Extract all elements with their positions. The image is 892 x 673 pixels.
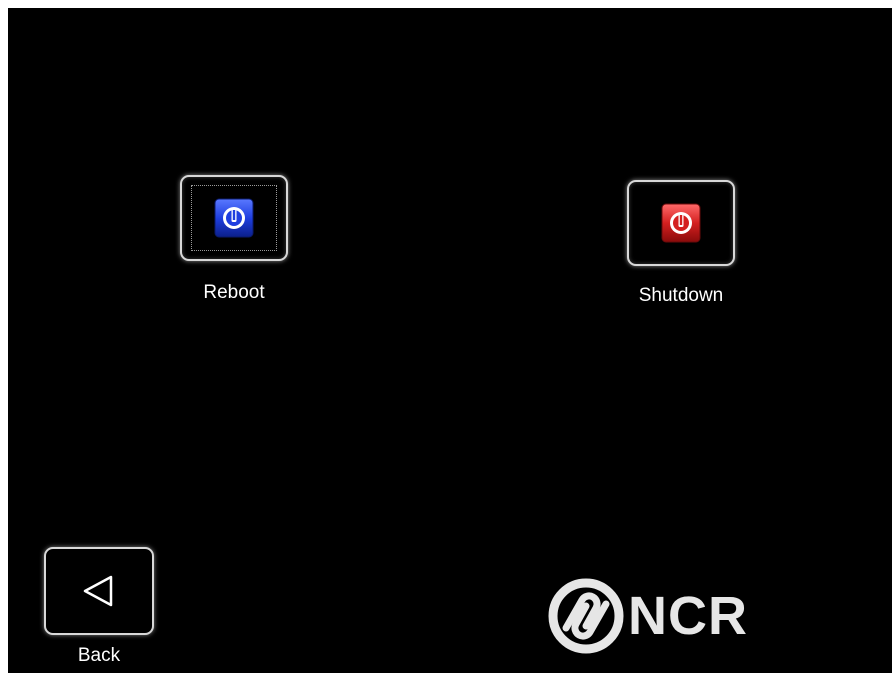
shutdown-button[interactable] xyxy=(627,180,735,266)
back-label: Back xyxy=(77,645,121,666)
reboot-label: Reboot xyxy=(203,282,265,303)
ncr-logo: NCR xyxy=(548,576,818,656)
shutdown-power-icon xyxy=(661,203,701,243)
back-button[interactable] xyxy=(44,547,154,635)
ncr-logo-mark-icon xyxy=(548,578,624,654)
ncr-logo-text: NCR xyxy=(628,586,748,646)
shutdown-label: Shutdown xyxy=(638,285,724,306)
triangle-left-icon xyxy=(83,575,113,607)
reboot-button[interactable] xyxy=(180,175,288,261)
system-power-screen: Reboot Shutdown Back NCR xyxy=(8,8,892,673)
reboot-power-icon xyxy=(214,198,254,238)
